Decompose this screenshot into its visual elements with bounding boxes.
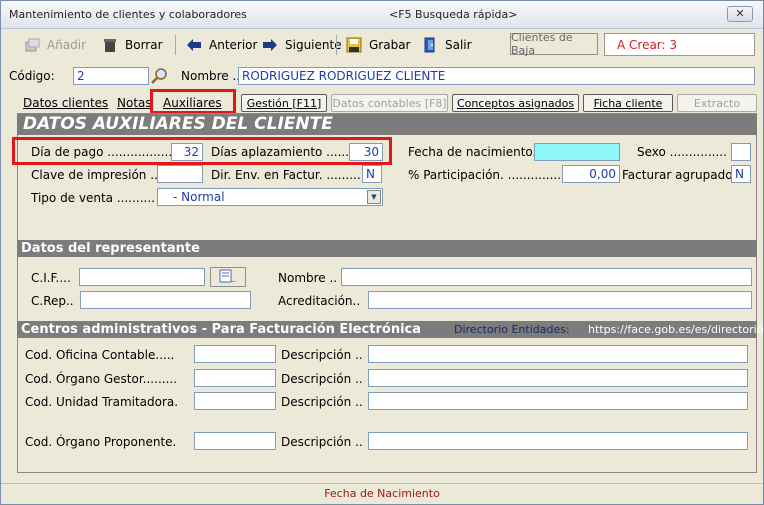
add-button[interactable]: Añadir [23,35,86,55]
datos-contables-button[interactable]: Datos contables [F8] [331,94,448,112]
clientes-baja-button[interactable]: Clientes de Baja [510,31,598,57]
exit-door-icon [421,37,439,53]
save-label: Grabar [369,38,411,52]
save-button[interactable]: Grabar [345,35,411,55]
delete-button[interactable]: Borrar [101,35,163,55]
tab-notas[interactable]: Notas [117,96,152,113]
dir-env-field[interactable]: N [362,165,382,183]
delete-label: Borrar [125,38,163,52]
participacion-field[interactable]: 0,00 [562,165,620,183]
centros-title-text: Centros administrativos - Para Facturaci… [21,322,422,337]
organo-proponente-desc-label: Descripción .. [281,435,363,449]
acreditacion-label: Acreditación.. [278,294,361,308]
directorio-link[interactable]: https://face.gob.es/es/directorio [588,321,763,338]
document-icon: ... [219,269,239,286]
crep-label: C.Rep.. [31,294,74,308]
rep-nombre-field[interactable] [341,268,752,286]
sexo-field[interactable] [731,143,751,161]
representante-section-title: Datos del representante [17,240,757,257]
ficha-label: Ficha cliente [593,96,663,110]
aux-section-title: DATOS AUXILIARES DEL CLIENTE [17,114,757,135]
conceptos-label: Conceptos asignados [456,96,575,110]
facturar-agrupado-label: Facturar agrupado [622,168,733,182]
ficha-cliente-button[interactable]: Ficha cliente [583,94,673,112]
add-icon [23,37,41,53]
toolbar-divider [175,35,176,55]
fecha-nacimiento-label: Fecha de nacimiento.. [408,145,541,159]
organo-gestor-label: Cod. Órgano Gestor......... [25,372,178,386]
organo-proponente-field[interactable] [194,432,276,450]
svg-text:...: ... [231,275,237,283]
next-button[interactable]: Siguiente [261,35,342,55]
nombre-field[interactable]: RODRIGUEZ RODRIGUEZ CLIENTE [238,67,755,85]
window-title: Mantenimiento de clientes y colaboradore… [9,8,247,21]
chevron-down-icon[interactable]: ▼ [367,190,381,204]
unidad-tramitadora-desc-field[interactable] [368,392,748,410]
organo-proponente-desc-field[interactable] [368,432,748,450]
tipo-venta-select[interactable]: - Normal ▼ [157,188,383,206]
oficina-contable-label: Cod. Oficina Contable..... [25,348,175,362]
exit-button[interactable]: Salir [421,35,472,55]
highlight-auxiliares [150,89,236,114]
unidad-tramitadora-field[interactable] [194,392,276,410]
close-button[interactable]: ✕ [727,6,753,22]
previous-label: Anterior [209,38,258,52]
organo-gestor-desc-label: Descripción .. [281,372,363,386]
oficina-contable-desc-label: Descripción .. [281,348,363,362]
toolbar-divider [336,35,337,55]
exit-label: Salir [445,38,472,52]
organo-gestor-field[interactable] [194,369,276,387]
acreditacion-field[interactable] [368,291,752,309]
tab-datos-clientes[interactable]: Datos clientes [23,96,108,113]
search-icon[interactable] [151,67,169,85]
title-bar: Mantenimiento de clientes y colaboradore… [1,1,763,29]
cif-label: C.I.F.... [31,271,71,285]
app-window: Mantenimiento de clientes y colaboradore… [0,0,764,505]
unidad-tramitadora-desc-label: Descripción .. [281,395,363,409]
add-label: Añadir [47,38,87,52]
previous-button[interactable]: Anterior [185,35,257,55]
dir-env-label: Dir. Env. en Factur. ......... [211,168,361,182]
unidad-tramitadora-label: Cod. Unidad Tramitadora. [25,395,179,409]
oficina-contable-field[interactable] [194,345,276,363]
codigo-field[interactable]: 2 [73,67,149,85]
tipo-venta-label: Tipo de venta .......... [31,191,155,205]
oficina-contable-desc-field[interactable] [368,345,748,363]
highlight-pago [12,137,392,165]
conceptos-asignados-button[interactable]: Conceptos asignados [452,94,579,112]
status-bar: Fecha de Nacimiento [1,483,763,504]
clave-impresion-label: Clave de impresión .. [31,168,158,182]
save-icon [345,37,363,53]
directorio-label: Directorio Entidades: [454,323,570,336]
cif-field[interactable] [79,268,205,286]
sexo-label: Sexo ............... [637,145,727,159]
next-label: Siguiente [285,38,342,52]
crep-field[interactable] [80,291,251,309]
centros-section-title: Centros administrativos - Para Facturaci… [17,321,763,338]
trash-icon [101,37,119,53]
fecha-nacimiento-field[interactable] [534,143,620,161]
participacion-label: % Participación. .............. [408,168,562,182]
window-subtitle: <F5 Busqueda rápida> [389,8,518,21]
arrow-left-icon [185,37,203,53]
rep-nombre-label: Nombre .. [278,271,338,285]
gestion-button[interactable]: Gestión [F11] [241,94,327,112]
extracto-button[interactable]: Extracto [677,94,757,112]
clave-impresion-field[interactable] [157,165,203,183]
arrow-right-icon [261,37,279,53]
a-crear-indicator: A Crear: 3 [604,33,755,56]
organo-proponente-label: Cod. Órgano Proponente. [25,435,177,449]
facturar-agrupado-field[interactable]: N [731,165,751,183]
nombre-label: Nombre .. [181,69,241,83]
gestion-label: Gestión [F11] [246,96,322,110]
cif-lookup-button[interactable]: ... [210,267,246,287]
codigo-label: Código: [9,69,55,83]
organo-gestor-desc-field[interactable] [368,369,748,387]
tipo-venta-value: - Normal [173,190,225,204]
